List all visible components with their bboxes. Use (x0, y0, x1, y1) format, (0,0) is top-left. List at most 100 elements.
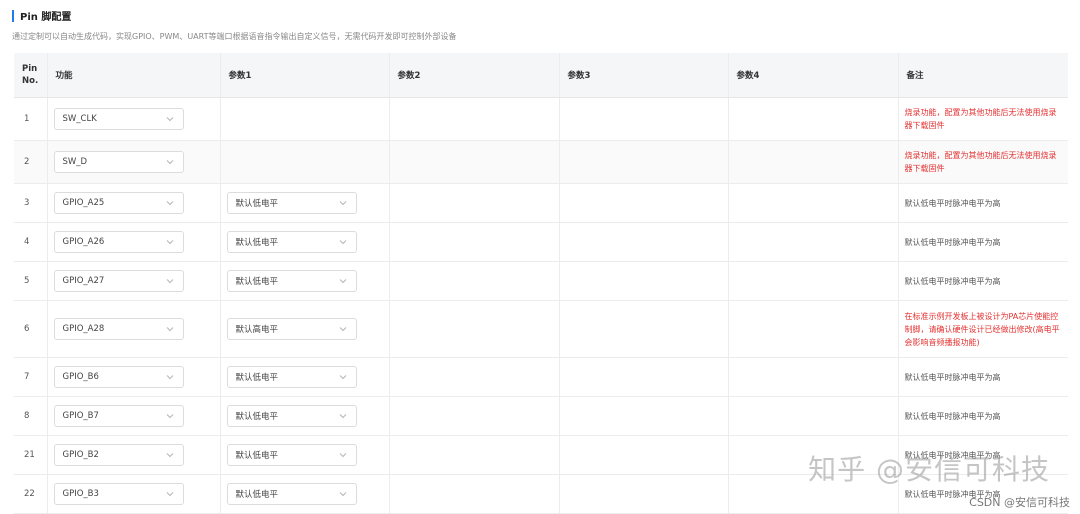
param4-cell (728, 396, 899, 436)
pin-config-table-wrapper: Pin No. 功能 参数1 参数2 参数3 参数4 备注 1 SW_CLK 烧录功… (14, 53, 1068, 514)
table-row: 8 GPIO_B7 默认低电平 默认低电平时脉冲电平为高 (14, 396, 1068, 436)
chevron-down-icon (166, 240, 173, 245)
pin-number-cell: 1 (14, 97, 48, 141)
param1-cell: 默认低电平 (220, 474, 390, 514)
param1-cell: 默认低电平 (220, 222, 390, 262)
pin-number: 5 (24, 276, 30, 286)
warning-note: 烧录功能，配置为其他功能后无法使用烧录器下载固件 (904, 151, 1057, 173)
table-row: 2 SW_D 烧录功能，配置为其他功能后无法使用烧录器下载固件 (14, 140, 1068, 184)
param2-cell (389, 97, 560, 141)
param1-cell (220, 97, 390, 141)
chevron-down-icon (339, 492, 346, 497)
param1-select[interactable]: 默认低电平 (226, 405, 357, 427)
notes-cell: 烧录功能，配置为其他功能后无法使用烧录器下载固件 (898, 97, 1068, 141)
chevron-down-icon (339, 375, 346, 380)
chevron-down-icon (339, 453, 346, 458)
function-select[interactable]: GPIO_B3 (53, 483, 184, 505)
function-cell: GPIO_B7 (47, 396, 221, 436)
notes-cell: 默认低电平时脉冲电平为高 (898, 357, 1068, 397)
chevron-down-icon (339, 240, 346, 245)
param3-cell (559, 183, 729, 223)
param1-select[interactable]: 默认低电平 (226, 270, 357, 292)
param4-cell (728, 357, 899, 397)
function-select-value: GPIO_B6 (62, 372, 99, 382)
pin-number: 3 (24, 198, 30, 208)
param4-cell (728, 140, 899, 184)
param3-cell (559, 435, 729, 475)
param4-cell (728, 261, 899, 301)
pin-number: 22 (24, 489, 35, 499)
param1-select[interactable]: 默认低电平 (226, 231, 357, 253)
param1-select[interactable]: 默认高电平 (226, 318, 357, 340)
function-select[interactable]: GPIO_A25 (53, 192, 184, 214)
param1-select[interactable]: 默认低电平 (226, 366, 357, 388)
param1-select-value: 默认低电平 (235, 373, 279, 383)
param2-cell (389, 474, 560, 514)
chevron-down-icon (166, 453, 173, 458)
function-select-value: GPIO_B3 (62, 489, 99, 499)
param4-cell (728, 183, 899, 223)
function-select[interactable]: SW_D (53, 151, 184, 173)
notes-cell: 烧录功能，配置为其他功能后无法使用烧录器下载固件 (898, 140, 1068, 184)
function-select-value: SW_CLK (62, 114, 97, 124)
param3-cell (559, 261, 729, 301)
param1-cell: 默认高电平 (220, 300, 390, 358)
param1-select-value: 默认高电平 (235, 325, 279, 335)
pin-number: 4 (24, 237, 30, 247)
page-title: Pin 脚配置 (20, 12, 72, 23)
function-select[interactable]: GPIO_A27 (53, 270, 184, 292)
table-row: 1 SW_CLK 烧录功能，配置为其他功能后无法使用烧录器下载固件 (14, 97, 1068, 141)
param1-select[interactable]: 默认低电平 (226, 444, 357, 466)
param1-select[interactable]: 默认低电平 (226, 192, 357, 214)
chevron-down-icon (166, 414, 173, 419)
function-cell: SW_D (47, 140, 221, 184)
function-select[interactable]: GPIO_A26 (53, 231, 184, 253)
function-select[interactable]: GPIO_B7 (53, 405, 184, 427)
pin-number-cell: 21 (14, 435, 48, 475)
param2-cell (389, 435, 560, 475)
watermark-csdn: CSDN @安信可科技 (969, 496, 1070, 509)
chevron-down-icon (166, 327, 173, 332)
function-select-value: GPIO_B2 (62, 450, 99, 460)
param2-cell (389, 396, 560, 436)
param1-cell: 默认低电平 (220, 435, 390, 475)
column-header-notes: 备注 (898, 53, 1068, 98)
function-select-value: GPIO_A26 (62, 237, 105, 247)
note-text: 默认低电平时脉冲电平为高 (904, 276, 1001, 286)
chevron-down-icon (339, 201, 346, 206)
function-select[interactable]: GPIO_B2 (53, 444, 184, 466)
param2-cell (389, 140, 560, 184)
param2-cell (389, 300, 560, 358)
param4-cell (728, 300, 899, 358)
param1-select-value: 默认低电平 (235, 238, 279, 248)
chevron-down-icon (166, 375, 173, 380)
function-select[interactable]: GPIO_A28 (53, 318, 184, 340)
function-select[interactable]: SW_CLK (53, 108, 184, 130)
function-select[interactable]: GPIO_B6 (53, 366, 184, 388)
page-description: 通过定制可以自动生成代码，实现GPIO、PWM、UART等端口根据语音指令输出自… (12, 32, 457, 41)
notes-cell: 在标准示例开发板上被设计为PA芯片使能控制脚，请确认硬件设计已经做出修改(高电平… (898, 300, 1068, 358)
function-cell: GPIO_A26 (47, 222, 221, 262)
param1-select-value: 默认低电平 (235, 412, 279, 422)
param1-select[interactable]: 默认低电平 (226, 483, 357, 505)
chevron-down-icon (339, 414, 346, 419)
pin-number-cell: 2 (14, 140, 48, 184)
function-cell: GPIO_B2 (47, 435, 221, 475)
param1-cell (220, 140, 390, 184)
note-text: 默认低电平时脉冲电平为高 (904, 411, 1001, 421)
notes-cell: 默认低电平时脉冲电平为高 (898, 396, 1068, 436)
param1-cell: 默认低电平 (220, 183, 390, 223)
chevron-down-icon (166, 160, 173, 165)
note-text: 默认低电平时脉冲电平为高 (904, 198, 1001, 208)
column-header-param2: 参数2 (389, 53, 560, 98)
chevron-down-icon (166, 492, 173, 497)
param3-cell (559, 222, 729, 262)
column-header-param1: 参数1 (220, 53, 390, 98)
pin-number: 21 (24, 450, 35, 460)
function-select-value: GPIO_A25 (62, 198, 105, 208)
pin-number: 1 (24, 114, 30, 124)
pin-number-cell: 5 (14, 261, 48, 301)
chevron-down-icon (166, 201, 173, 206)
pin-number-cell: 22 (14, 474, 48, 514)
chevron-down-icon (339, 327, 346, 332)
